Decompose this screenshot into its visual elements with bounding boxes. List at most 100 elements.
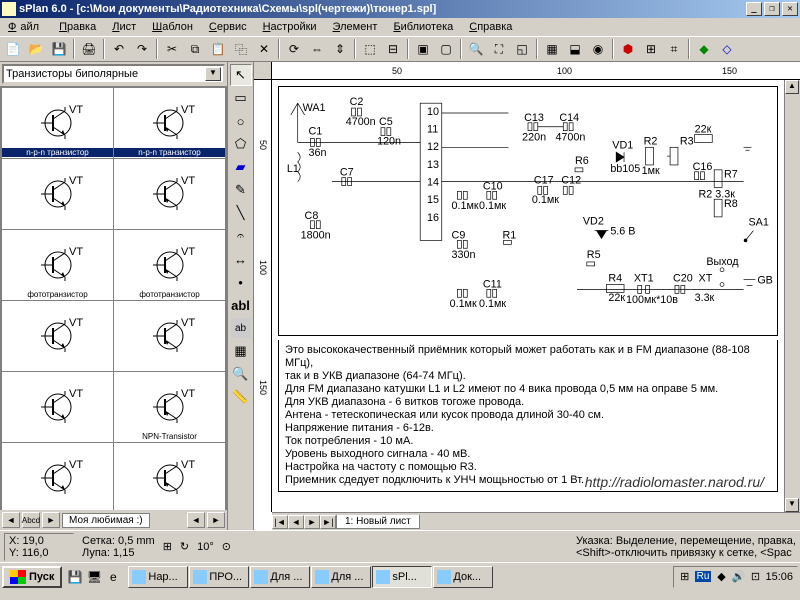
paste-icon[interactable]: 📋 — [207, 38, 229, 60]
library-item[interactable]: VT? — [2, 301, 113, 371]
menu-service[interactable]: Сервис — [205, 20, 251, 34]
lib-tab-label-icon[interactable]: Abcd — [22, 512, 40, 528]
fillpoly-tool-icon[interactable]: ▰ — [230, 156, 252, 178]
close-button[interactable]: ✕ — [782, 2, 798, 16]
drawing-area[interactable]: WA1 C136n L1 10 11 12 13 14 — [272, 80, 784, 512]
ql-ie-icon[interactable]: e — [104, 567, 122, 587]
library-item[interactable]: VT? — [2, 159, 113, 229]
tab-next-icon[interactable]: ► — [304, 515, 320, 529]
canvas-tab[interactable]: 1: Новый лист — [336, 515, 420, 529]
menu-help[interactable]: Справка — [465, 20, 516, 34]
taskbar-task[interactable]: Нар... — [128, 566, 188, 588]
new-icon[interactable]: 📄 — [2, 38, 24, 60]
snap-toggle-icon[interactable]: ⊞ — [163, 540, 172, 553]
tray-lang[interactable]: Ru — [695, 571, 712, 582]
tab-prev-icon[interactable]: ◄ — [288, 515, 304, 529]
node-tool-icon[interactable]: • — [230, 271, 252, 293]
origin-toggle-icon[interactable]: ⊙ — [222, 540, 231, 553]
tray-clock[interactable]: 15:06 — [765, 571, 793, 583]
group-icon[interactable]: ⬚ — [359, 38, 381, 60]
ql-desktop-icon[interactable]: 🖥 — [85, 567, 103, 587]
menu-settings[interactable]: Настройки — [259, 20, 321, 34]
tab-first-icon[interactable]: |◄ — [272, 515, 288, 529]
tray-icon[interactable]: ⊞ — [678, 570, 692, 584]
zoom-tool-icon[interactable]: 🔍 — [230, 363, 252, 385]
minimize-button[interactable]: _ — [746, 2, 762, 16]
tool-d-icon[interactable]: ⬢ — [617, 38, 639, 60]
library-item[interactable]: VT?n-p-n транзистор — [114, 88, 225, 158]
menu-library[interactable]: Библиотека — [389, 20, 457, 34]
tool-g-icon[interactable]: ◆ — [693, 38, 715, 60]
label-tool-icon[interactable]: ab — [230, 317, 252, 339]
chevron-down-icon[interactable]: ▼ — [205, 67, 221, 81]
canvas[interactable]: 50 100 150 50 100 150 WA1 C136n — [254, 62, 800, 530]
start-button[interactable]: Пуск — [2, 566, 62, 588]
library-item[interactable]: VT? — [114, 301, 225, 371]
tool-c-icon[interactable]: ◉ — [587, 38, 609, 60]
tray-app-icon[interactable]: ◆ — [714, 570, 728, 584]
mirror-v-icon[interactable]: ⇕ — [329, 38, 351, 60]
pencil-tool-icon[interactable]: ✎ — [230, 179, 252, 201]
save-icon[interactable]: 💾 — [48, 38, 70, 60]
taskbar-task[interactable]: Для ... — [311, 566, 371, 588]
lib-tab-next[interactable]: ► — [42, 512, 60, 528]
library-item[interactable]: VT? — [2, 443, 113, 510]
maximize-button[interactable]: ❐ — [764, 2, 780, 16]
image-tool-icon[interactable]: ▦ — [230, 340, 252, 362]
scrollbar-vertical[interactable]: ▲ ▼ — [784, 80, 800, 512]
menu-edit[interactable]: Правка — [55, 20, 100, 34]
taskbar-task[interactable]: sPl... — [372, 566, 432, 588]
taskbar-task[interactable]: ПРО... — [189, 566, 249, 588]
undo-icon[interactable]: ↶ — [108, 38, 130, 60]
scroll-down-icon[interactable]: ▼ — [785, 498, 799, 512]
cut-icon[interactable]: ✂ — [161, 38, 183, 60]
menu-sheet[interactable]: Лист — [108, 20, 140, 34]
tool-a-icon[interactable]: ▦ — [541, 38, 563, 60]
mirror-h-icon[interactable]: ⇔ — [306, 38, 328, 60]
library-item[interactable]: VT?фототранзистор — [2, 230, 113, 300]
measure-tool-icon[interactable]: 📏 — [230, 386, 252, 408]
library-item[interactable]: VT?n-p-n транзистор — [2, 88, 113, 158]
bezier-tool-icon[interactable]: 𝄐 — [230, 225, 252, 247]
poly-tool-icon[interactable]: ⬠ — [230, 133, 252, 155]
library-item[interactable]: VT?NPN-Transistor — [114, 372, 225, 442]
rotate-icon[interactable]: ⟳ — [283, 38, 305, 60]
tab-last-icon[interactable]: ►| — [320, 515, 336, 529]
menu-element[interactable]: Элемент — [329, 20, 382, 34]
angle-toggle-icon[interactable]: ↻ — [180, 540, 189, 553]
tool-b-icon[interactable]: ⬓ — [564, 38, 586, 60]
zoom-icon[interactable]: 🔍 — [465, 38, 487, 60]
tray-vol-icon[interactable]: 🔊 — [731, 570, 745, 584]
taskbar-task[interactable]: Док... — [433, 566, 493, 588]
tray-net-icon[interactable]: ⊡ — [748, 570, 762, 584]
print-icon[interactable]: 🖨 — [78, 38, 100, 60]
scroll-up-icon[interactable]: ▲ — [785, 80, 799, 94]
ungroup-icon[interactable]: ⊟ — [382, 38, 404, 60]
tool-e-icon[interactable]: ⊞ — [640, 38, 662, 60]
text-tool-icon[interactable]: abl — [230, 294, 252, 316]
library-bottom-tab[interactable]: Моя любимая :) — [62, 513, 150, 528]
tool-h-icon[interactable]: ◇ — [716, 38, 738, 60]
zoomfit-icon[interactable]: ⛶ — [488, 38, 510, 60]
zoomsel-icon[interactable]: ◱ — [511, 38, 533, 60]
redo-icon[interactable]: ↷ — [131, 38, 153, 60]
library-item[interactable]: VT? — [114, 443, 225, 510]
line-tool-icon[interactable]: ╲ — [230, 202, 252, 224]
library-item[interactable]: VT? — [2, 372, 113, 442]
lib-tab-prev[interactable]: ◄ — [2, 512, 20, 528]
lib-scroll-right[interactable]: ► — [207, 512, 225, 528]
tool-f-icon[interactable]: ⌗ — [663, 38, 685, 60]
tofront-icon[interactable]: ▣ — [412, 38, 434, 60]
library-item[interactable]: VT?фототранзистор — [114, 230, 225, 300]
circle-tool-icon[interactable]: ○ — [230, 110, 252, 132]
open-icon[interactable]: 📂 — [25, 38, 47, 60]
taskbar-task[interactable]: Для ... — [250, 566, 310, 588]
menu-file[interactable]: Файл — [4, 20, 47, 34]
toback-icon[interactable]: ▢ — [435, 38, 457, 60]
lib-scroll-left[interactable]: ◄ — [187, 512, 205, 528]
ql-save-icon[interactable]: 💾 — [66, 567, 84, 587]
duplicate-icon[interactable]: ⿻ — [230, 38, 252, 60]
menu-template[interactable]: Шаблон — [148, 20, 197, 34]
dimension-tool-icon[interactable]: ↔ — [230, 248, 252, 270]
copy-icon[interactable]: ⧉ — [184, 38, 206, 60]
